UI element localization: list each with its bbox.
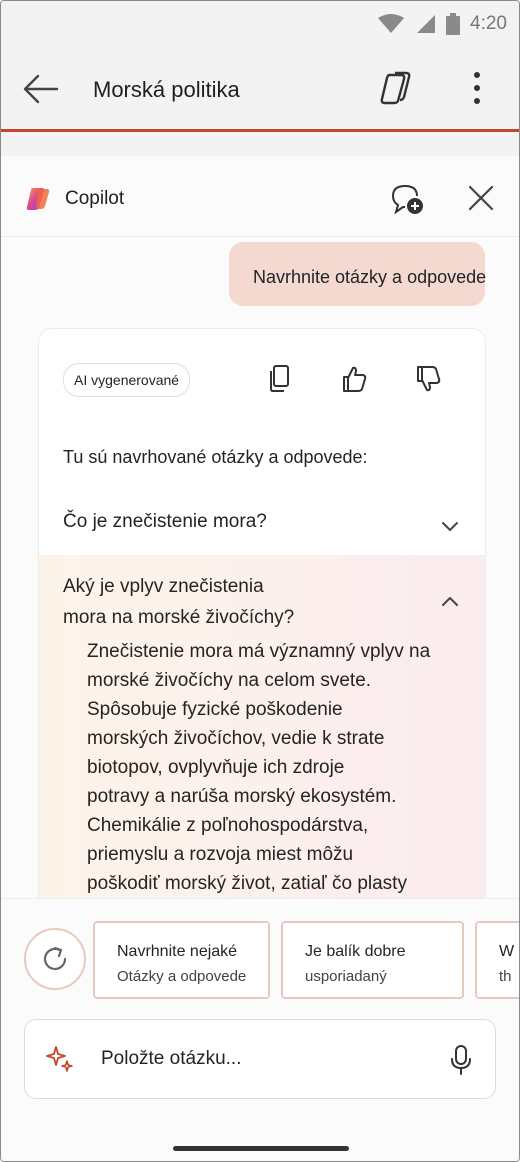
suggestion-line2: th [499, 968, 512, 985]
question-line: mora na morské živočíchy? [63, 607, 295, 628]
suggestion-line1: W [499, 943, 515, 960]
ask-question-input[interactable]: Položte otázku... [24, 1019, 496, 1099]
answer-line: morské živočíchy na celom svete. [87, 670, 372, 691]
suggestion-line1: Navrhnite nejaké [117, 943, 238, 960]
question-text: Aký je vplyv znečistenia mora na morské … [63, 571, 343, 633]
user-message-text: Navrhnite otázky a odpovede [253, 267, 487, 287]
copilot-icon[interactable] [377, 69, 415, 107]
answer-line: priemyslu a rozvoja miest môžu [87, 844, 354, 865]
thumbs-up-icon[interactable] [339, 363, 369, 395]
sparkle-icon [46, 1046, 73, 1072]
phone-screen: 4:20 Morská politika Copilot Navrhnite o… [0, 0, 520, 1162]
app-bar: Morská politika [1, 51, 519, 132]
refresh-suggestions-button[interactable] [24, 928, 86, 990]
close-icon[interactable] [467, 184, 495, 212]
answer-line: Spôsobuje fyzické poškodenie [87, 699, 343, 720]
status-time: 4:20 [470, 13, 507, 34]
home-indicator[interactable] [173, 1146, 349, 1151]
copy-icon[interactable] [265, 363, 295, 395]
signal-icon [417, 15, 436, 33]
copilot-pane: Copilot Navrhnite otázky a odpovede AI v… [1, 156, 519, 1161]
refresh-icon [43, 946, 67, 971]
more-vertical-icon[interactable] [463, 69, 491, 109]
status-bar: 4:20 [1, 1, 519, 51]
ai-generated-badge: AI vygenerované [63, 363, 191, 397]
question-line: Aký je vplyv znečistenia [63, 576, 264, 597]
question-item-collapsed[interactable]: Čo je znečistenie mora? [39, 499, 485, 551]
wifi-icon [378, 14, 405, 33]
suggestion-line1: Je balík dobre [305, 943, 406, 960]
copilot-logo-icon [26, 188, 50, 210]
sheet-backdrop [1, 132, 519, 156]
copilot-title: Copilot [65, 188, 125, 209]
battery-icon [446, 13, 461, 35]
answer-line: morských živočíchov, vedie k strate [87, 728, 385, 749]
copilot-header: Copilot [1, 156, 519, 237]
input-placeholder: Položte otázku... [101, 1048, 242, 1069]
suggestion-chip[interactable]: Navrhnite nejaké Otázky a odpovede [93, 921, 270, 999]
answer-line: Chemikálie z poľnohospodárstva, [87, 815, 369, 836]
answer-line: potravy a narúša morský ekosystém. [87, 786, 397, 807]
answer-line: biotopov, ovplyvňuje ich zdroje [87, 757, 345, 778]
suggestion-line2: usporiadaný [305, 968, 387, 985]
answer-line: poškodiť morský život, zatiaľ čo plasty [87, 873, 407, 894]
new-chat-icon[interactable] [389, 182, 425, 216]
microphone-icon[interactable] [449, 1044, 473, 1076]
suggestions-area: Navrhnite nejaké Otázky a odpovede Je ba… [1, 898, 519, 1161]
suggestion-chip[interactable]: W th [475, 921, 519, 999]
answer-line: Znečistenie mora má významný vplyv na [87, 641, 431, 662]
user-message-bubble: Navrhnite otázky a odpovede [229, 242, 487, 306]
chevron-down-icon[interactable] [439, 515, 461, 537]
response-card: AI vygenerované Tu sú navrhované otázky … [38, 328, 486, 910]
document-title: Morská politika [93, 77, 240, 102]
back-arrow-icon[interactable] [23, 73, 59, 105]
thumbs-down-icon[interactable] [413, 363, 443, 395]
response-intro: Tu sú navrhované otázky a odpovede: [63, 447, 368, 467]
chevron-up-icon[interactable] [439, 591, 461, 613]
question-item-expanded[interactable]: Aký je vplyv znečistenia mora na morské … [39, 555, 485, 909]
suggestion-chip[interactable]: Je balík dobre usporiadaný [281, 921, 464, 999]
answer-text: Znečistenie mora má významný vplyv na mo… [87, 637, 477, 898]
suggestion-line2: Otázky a odpovede [117, 968, 247, 985]
question-text: Čo je znečistenie mora? [63, 511, 267, 532]
